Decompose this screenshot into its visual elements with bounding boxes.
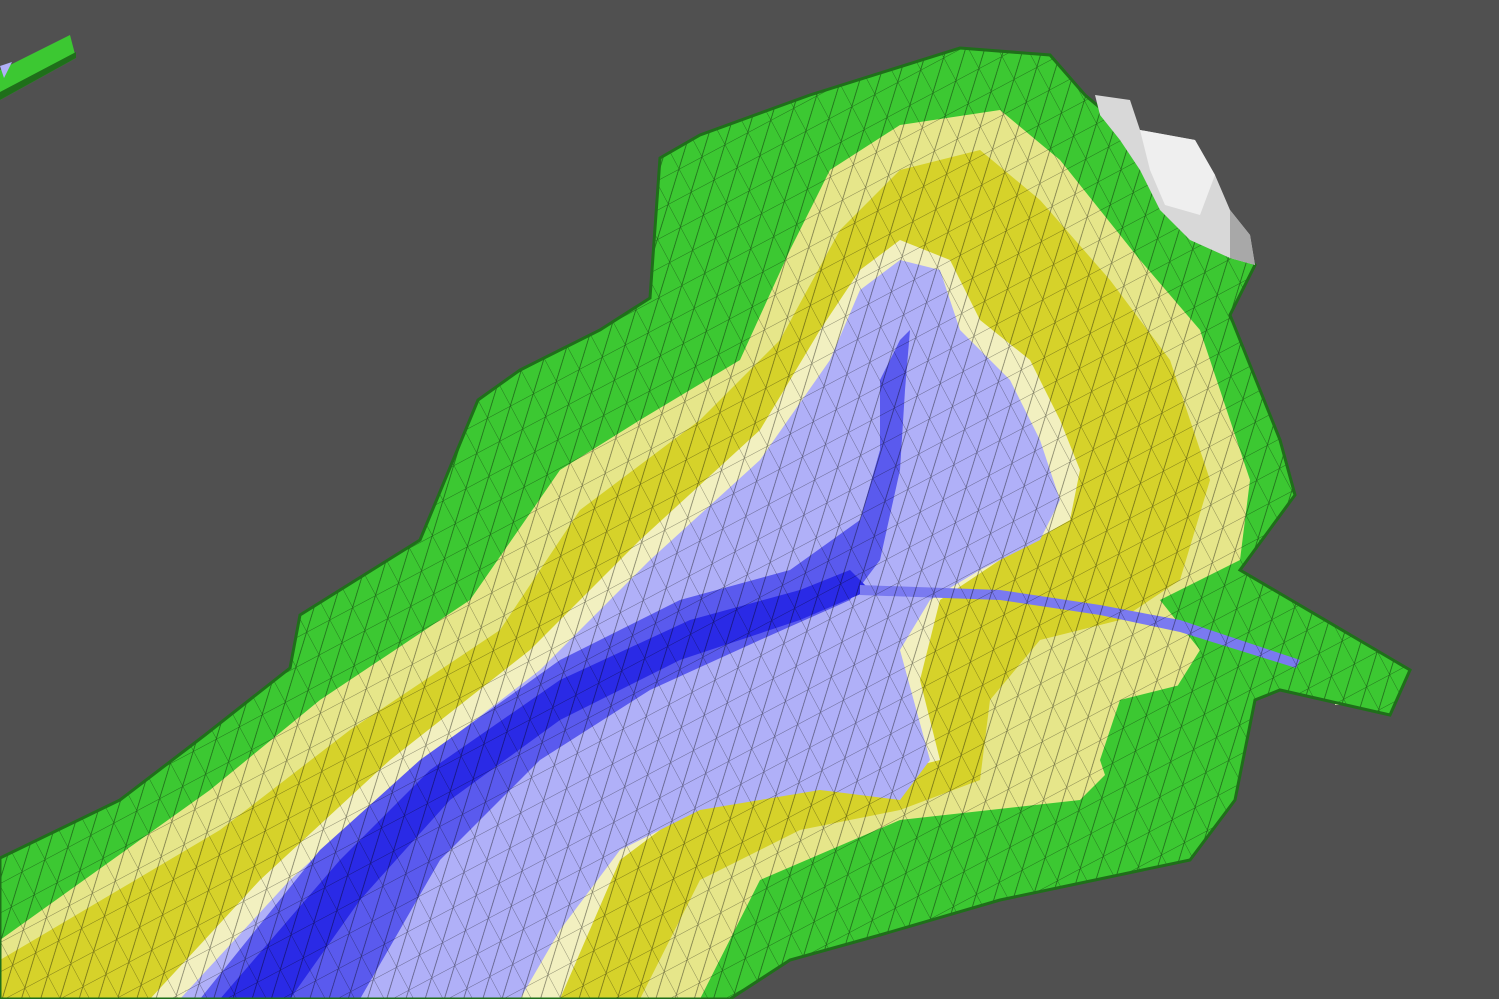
terrain-canvas [0, 35, 1412, 999]
offscreen-mesh-fragment [0, 35, 76, 100]
estuary-basin [0, 48, 1410, 999]
terrain-viewport[interactable] [0, 0, 1499, 999]
